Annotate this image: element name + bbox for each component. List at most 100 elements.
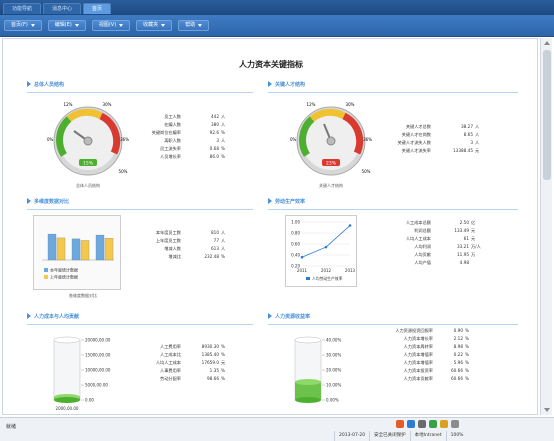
metric-value: 3	[470, 140, 473, 145]
tab-home[interactable]: 首页	[83, 3, 112, 14]
metric-unit: 人	[475, 124, 480, 129]
metric-value: 133.49	[454, 228, 469, 233]
metric-label: 在编人数	[164, 122, 181, 127]
metric-label: 本年度员工数	[155, 230, 181, 235]
gauge-hub	[83, 136, 93, 146]
section-header-cost: 人力成本与人均贡献	[27, 311, 79, 321]
network-icon[interactable]	[429, 420, 437, 428]
menu-edit[interactable]: 编辑(E)	[47, 20, 86, 31]
metric-label: 关键人才总数	[405, 124, 431, 129]
menu-home[interactable]: 首页(F)	[4, 20, 42, 31]
cylinder-bottom	[54, 397, 80, 403]
status-text: 就绪	[6, 424, 17, 430]
metric-row: 本年度员工数 810 人	[143, 229, 225, 237]
scale-label: 10.00%	[326, 383, 341, 388]
data-point	[300, 255, 304, 259]
metric-unit	[469, 259, 471, 267]
bar	[56, 237, 66, 261]
metric-row: 人均人工成本 61 元	[383, 235, 481, 243]
moon-icon[interactable]	[418, 420, 426, 428]
metric-unit: %	[221, 376, 225, 381]
legend-label: 人均劳动生产效率	[312, 276, 343, 281]
vertical-scrollbar[interactable]	[540, 38, 552, 415]
scrollbar-thumb[interactable]	[543, 50, 551, 180]
sound-icon[interactable]	[440, 420, 448, 428]
data-point	[324, 245, 328, 249]
section-divider	[268, 324, 518, 325]
cylinder-value: 2000,00.00	[56, 406, 79, 411]
metric-label: 离职人数	[164, 138, 181, 143]
metric-label: 人力资本增值率	[403, 360, 433, 365]
menu-favorites[interactable]: 收藏夹	[136, 20, 173, 31]
metric-value: 380	[211, 122, 219, 127]
metric-row: 人力资本贡献率 60.66%	[373, 375, 469, 383]
app-icon[interactable]	[396, 420, 404, 428]
metric-row: 人均产值 4.98	[383, 259, 481, 267]
metric-unit: %	[221, 352, 225, 357]
gauge-value: 23%	[326, 161, 337, 167]
cylinder-bottom	[295, 397, 321, 403]
scroll-down-icon[interactable]	[544, 408, 550, 412]
gauge-caption: 关键人才结构	[319, 182, 343, 188]
gauge-overall: 15% 12% 30% 0% 36% 50% 总体人员结构	[47, 102, 129, 188]
metric-row: 人员增长率 86.0%	[143, 153, 225, 161]
keyboard-icon[interactable]	[451, 420, 459, 428]
section-title: 劳动生产效率	[275, 198, 306, 205]
metric-value: 3	[216, 138, 219, 143]
gauge-tick-label: 0%	[47, 137, 54, 142]
metric-row: 员工流失率 0.68%	[143, 145, 225, 153]
tab-messages[interactable]: 消息中心	[43, 3, 82, 14]
series-line	[301, 225, 351, 258]
cost-metrics: 人工费用率 8930.30% 人工成本比 1385.40% 人均人工成本 17659.0 元…	[143, 343, 225, 383]
menu-favorites-label: 收藏夹	[143, 22, 159, 28]
metric-unit: %	[465, 360, 469, 365]
zoom-level[interactable]: 100%	[445, 431, 468, 441]
cylinder-fill-top	[295, 379, 321, 385]
arrow-right-icon	[27, 313, 31, 319]
menu-help-label: 帮助	[185, 22, 196, 28]
metric-value: 8930.30	[201, 344, 219, 349]
menu-view[interactable]: 视图(V)	[91, 20, 131, 31]
metric-label: 增减人数	[164, 246, 181, 251]
metric-row: 人工成本比 1385.40%	[143, 351, 225, 359]
metric-unit: %	[465, 336, 469, 341]
ime-icon[interactable]	[407, 420, 415, 428]
metric-value: 13388.45	[453, 148, 473, 153]
metric-value: 60.66	[451, 376, 463, 381]
menu-help[interactable]: 帮助	[178, 20, 210, 31]
section-title: 多维度数据对比	[34, 198, 70, 205]
metric-unit: 元	[471, 236, 476, 241]
chevron-down-icon	[119, 24, 124, 27]
tab-navigation[interactable]: 功能导航	[3, 3, 42, 14]
data-point	[348, 224, 352, 227]
bar	[95, 234, 105, 261]
cylinder-gauge-roi: 40.00% 30.00% 20.00% 10.00% 0.00%	[294, 336, 341, 403]
section-divider	[27, 209, 253, 210]
metric-row: 人均人工成本 17659.0 元	[143, 359, 225, 367]
system-tray	[396, 420, 459, 428]
metric-value: 38.27	[461, 124, 473, 129]
gauge-key-talent: 23% 12% 30% 0% 36% 50% 关键人才结构	[290, 102, 372, 188]
section-header-productivity: 劳动生产效率	[268, 196, 305, 206]
metric-unit: %	[465, 368, 469, 373]
bar	[47, 233, 57, 261]
section-divider	[268, 92, 518, 93]
metric-label: 人均产值	[414, 260, 431, 265]
metric-row: 人均贡献 11.95 万	[383, 251, 481, 259]
metric-value: 11.95	[457, 252, 469, 257]
menu-home-label: 首页(F)	[11, 22, 28, 28]
metric-label: 人力资本增长率	[403, 336, 433, 341]
scroll-up-icon[interactable]	[544, 41, 550, 45]
metric-unit: %	[221, 130, 225, 135]
metric-unit: 元	[221, 360, 226, 365]
metric-value: 5.96	[453, 360, 463, 365]
legend-swatch	[44, 275, 48, 279]
metric-label: 员工流失率	[160, 146, 181, 151]
chevron-down-icon	[198, 24, 203, 27]
metric-value: 77	[213, 238, 219, 243]
metric-value: 92.6	[209, 130, 219, 135]
metric-unit: 万	[471, 252, 476, 257]
arrow-right-icon	[27, 198, 31, 204]
metric-row: 关键人才在岗数 8.65 人	[393, 131, 480, 139]
metric-row: 人力资本增长率 2.12%	[373, 335, 469, 343]
